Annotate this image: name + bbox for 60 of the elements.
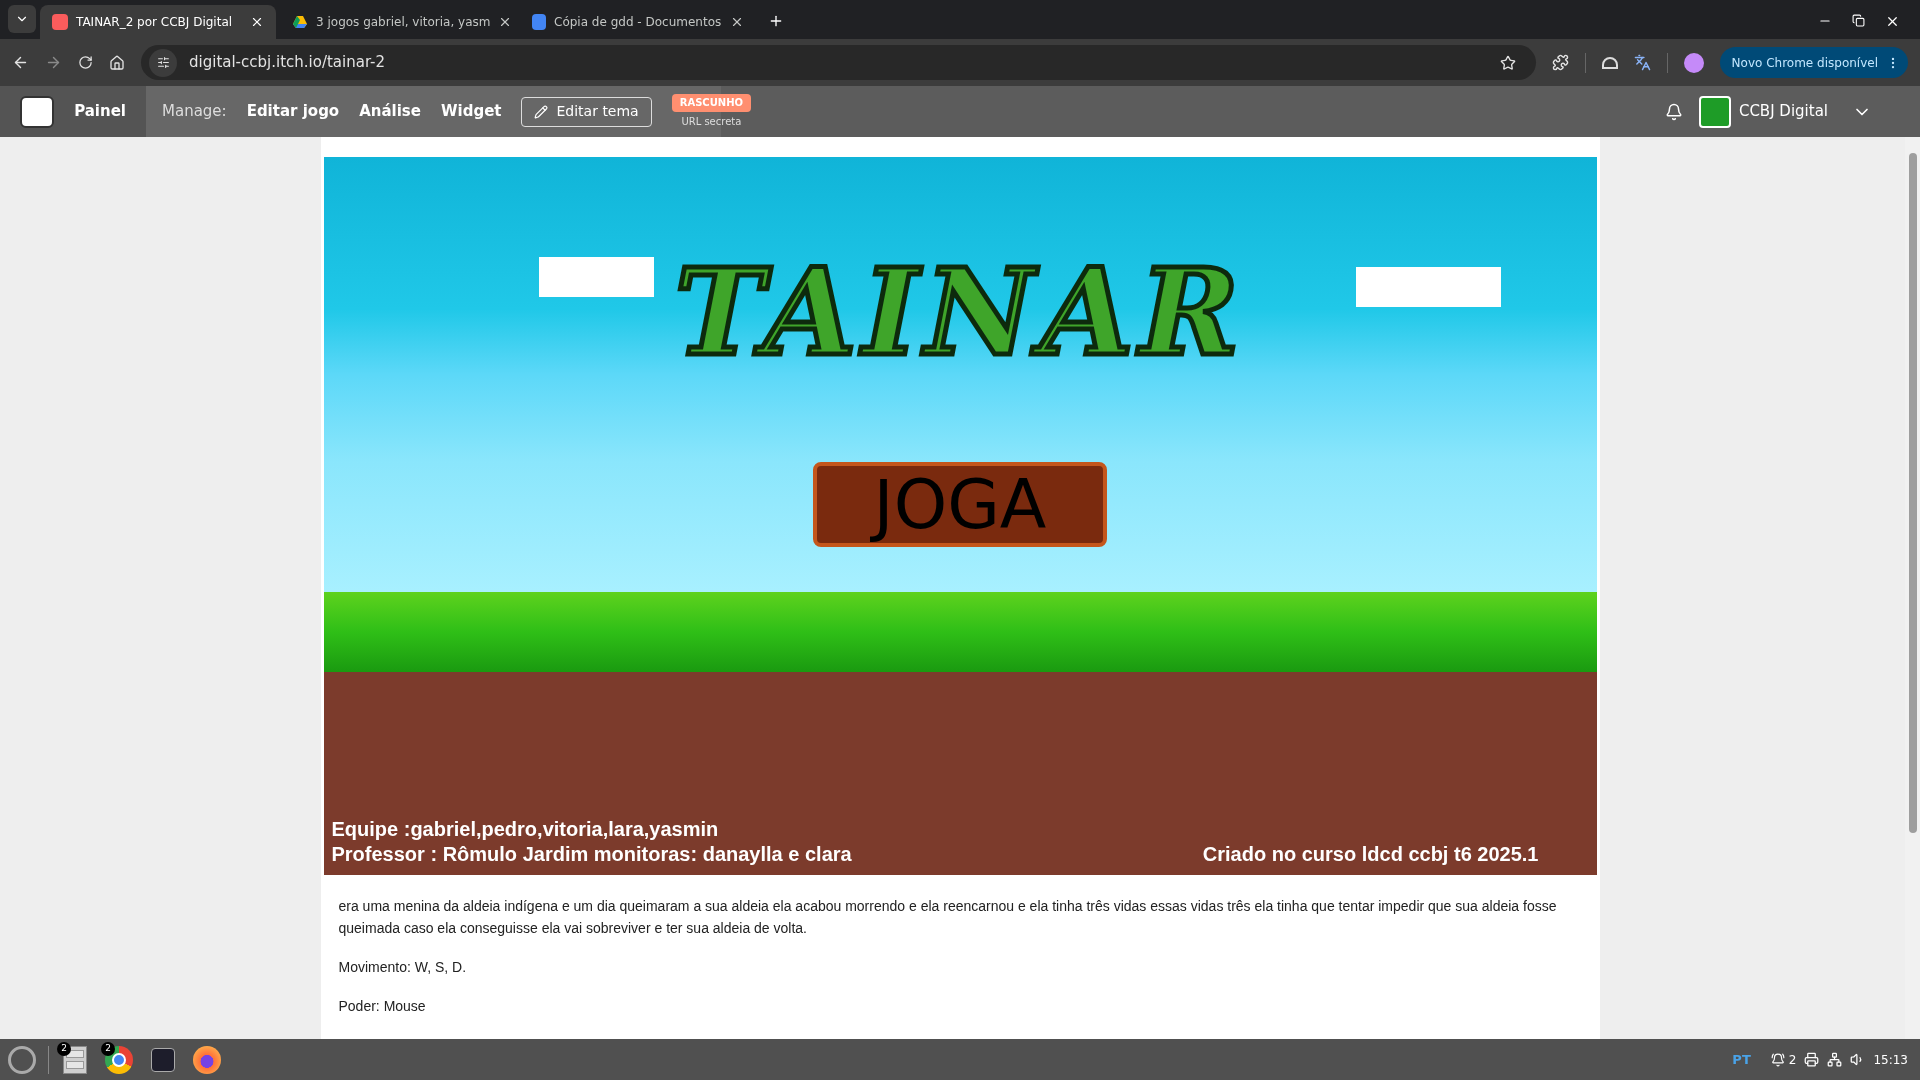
bookmark-icon[interactable] (1499, 54, 1516, 71)
home-icon[interactable] (109, 54, 125, 71)
site-settings-icon[interactable] (149, 48, 177, 77)
tab-title: TAINAR_2 por CCBJ Digital (76, 14, 234, 31)
url-text: digital-ccbj.itch.io/tainar-2 (189, 52, 387, 74)
description-paragraph: era uma menina da aldeia indígena e um dia queimaram a sua aldeia ela acabou morrendo e ela reencarnou e ela tinha três vidas essas vidas três ela tinha que tentar impedir que sua aldeia fosse queimada caso ela conseguisse ela vai sobreviver e ter sua aldeia de volta. (338, 897, 1558, 938)
manage-link[interactable]: Widget (440, 100, 502, 123)
clock[interactable]: 15:13 (1873, 1050, 1908, 1069)
close-icon[interactable] (250, 15, 264, 29)
tab-title: 3 jogos gabriel, vitoria, yasm (316, 14, 491, 31)
team-credits: Equipe :gabriel,pedro,vitoria,lara,yasmin (331, 817, 720, 842)
description-paragraph: Poder: Mouse (338, 997, 427, 1016)
close-window-icon[interactable] (1885, 14, 1900, 29)
close-icon[interactable] (730, 15, 744, 29)
network-icon[interactable] (1827, 1052, 1843, 1067)
edit-theme-button[interactable]: Editar tema (521, 96, 652, 127)
brush-icon (534, 104, 549, 119)
drive-icon (292, 14, 308, 30)
manage-link[interactable]: Análise (359, 100, 421, 123)
notification-count: 2 (1788, 1051, 1797, 1069)
notifications-icon[interactable] (1664, 102, 1683, 121)
course-credits: Criado no curso ldcd ccbj t6 2025.1 (1202, 842, 1539, 867)
taskbar-app[interactable]: 2 (57, 1041, 93, 1078)
manage-label: Manage: (162, 101, 227, 123)
draft-badge: RASCUNHO (671, 94, 752, 112)
reload-icon[interactable] (78, 55, 93, 70)
back-icon[interactable] (12, 54, 29, 71)
restore-icon[interactable] (1852, 14, 1865, 27)
terminal-icon (151, 1047, 175, 1072)
address-bar[interactable]: digital-ccbj.itch.io/tainar-2 (141, 45, 1536, 80)
taskbar-app[interactable]: 2 (101, 1041, 137, 1078)
browser-icon (105, 1045, 133, 1074)
tab-title: Cópia de gdd - Documentos (554, 14, 722, 31)
secret-url-link[interactable]: URL secreta (681, 114, 742, 129)
manage-link[interactable]: Editar jogo (246, 100, 340, 123)
notification-bell-icon[interactable] (1770, 1052, 1785, 1067)
extensions-icon[interactable] (1551, 54, 1569, 71)
profile-avatar[interactable] (1683, 52, 1704, 73)
update-chrome-button[interactable]: Novo Chrome disponível (1719, 47, 1908, 78)
tab-list-button[interactable] (8, 5, 36, 33)
description-paragraph: Movimento: W, S, D. (338, 958, 468, 977)
app-badge: 2 (57, 1041, 71, 1056)
user-name[interactable]: CCBJ Digital (1738, 100, 1828, 123)
forward-icon[interactable] (45, 54, 62, 71)
new-tab-icon[interactable] (768, 13, 784, 29)
cloud-icon (538, 257, 654, 297)
app-badge: 2 (101, 1041, 115, 1056)
document-icon (532, 14, 546, 30)
cloud-icon (1355, 267, 1501, 307)
file-cabinet-icon (63, 1045, 87, 1074)
printer-icon[interactable] (1804, 1052, 1820, 1067)
browser-tab[interactable]: 3 jogos gabriel, vitoria, yasm (280, 5, 516, 39)
dashboard-link[interactable]: Painel (74, 100, 126, 123)
user-avatar[interactable] (1698, 95, 1731, 128)
browser-tab[interactable]: TAINAR_2 por CCBJ Digital (40, 5, 276, 39)
browser-tab[interactable]: Cópia de gdd - Documentos (520, 5, 756, 39)
teacher-credits: Professor : Rômulo Jardim monitoras: danaylla e clara (331, 842, 852, 867)
translate-icon[interactable] (1633, 54, 1651, 71)
game-logo: TAINAR (674, 240, 1246, 384)
launcher-icon[interactable] (8, 1045, 36, 1074)
